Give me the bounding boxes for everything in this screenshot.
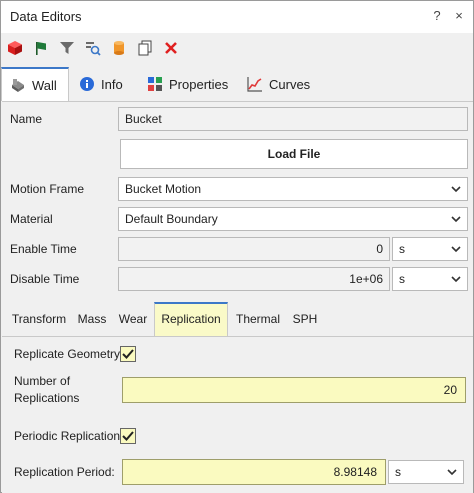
tab-mass[interactable]: Mass: [72, 302, 112, 336]
material-label: Material: [10, 212, 53, 226]
replication-period-unit: s: [395, 465, 401, 479]
tab-curves-label: Curves: [269, 76, 311, 92]
tab-curves[interactable]: Curves: [239, 67, 319, 101]
name-field[interactable]: Bucket: [118, 107, 468, 131]
tab-wall[interactable]: Wall: [1, 67, 69, 101]
tab-info-label: Info: [101, 76, 123, 92]
disable-time-unit: s: [399, 272, 405, 286]
sub-tabs: Transform Mass Wear Replication Thermal …: [6, 302, 326, 336]
chevron-down-icon: [451, 186, 461, 193]
tab-wall-label: Wall: [32, 77, 57, 93]
replicate-geometry-checkbox[interactable]: [120, 346, 136, 362]
replication-period-field[interactable]: 8.98148: [122, 459, 386, 485]
search-settings-icon[interactable]: [85, 40, 101, 56]
disable-time-label: Disable Time: [10, 272, 80, 286]
material-select[interactable]: Default Boundary: [118, 207, 468, 231]
tab-replication[interactable]: Replication: [154, 302, 228, 336]
chevron-down-icon: [451, 276, 461, 283]
title-bar: Data Editors ? ×: [1, 1, 473, 33]
help-button[interactable]: ?: [430, 9, 444, 23]
tab-properties[interactable]: Properties: [139, 67, 239, 101]
tab-sph[interactable]: SPH: [288, 302, 322, 336]
number-of-replications-field[interactable]: 20: [122, 377, 466, 403]
enable-time-label: Enable Time: [10, 242, 77, 256]
motion-frame-label: Motion Frame: [10, 182, 85, 196]
periodic-replication-checkbox[interactable]: [120, 428, 136, 444]
main-tabs: Wall Info Properties Curves: [1, 67, 321, 101]
replication-panel: Replicate Geometry Number of Replication…: [2, 336, 473, 493]
wall-icon: [12, 79, 24, 92]
window-title: Data Editors: [10, 9, 82, 24]
replication-period-label: Replication Period:: [14, 465, 115, 479]
info-icon: [80, 77, 94, 91]
replications-label: Replications: [14, 391, 80, 405]
enable-time-unit-select[interactable]: s: [392, 237, 468, 261]
periodic-replication-label: Periodic Replication: [14, 429, 121, 443]
chevron-down-icon: [451, 246, 461, 253]
disable-time-unit-select[interactable]: s: [392, 267, 468, 291]
cylinder-icon[interactable]: [111, 40, 127, 56]
chevron-down-icon: [447, 469, 457, 476]
chevron-down-icon: [451, 216, 461, 223]
load-file-button[interactable]: Load File: [120, 139, 468, 169]
tab-info[interactable]: Info: [71, 67, 141, 101]
motion-frame-select[interactable]: Bucket Motion: [118, 177, 468, 201]
delete-x-icon[interactable]: [163, 40, 179, 56]
data-editors-window: Data Editors ? × Wall Info Properties Cu…: [0, 0, 474, 493]
disable-time-field[interactable]: 1e+06: [118, 267, 390, 291]
replicate-geometry-label: Replicate Geometry: [14, 347, 121, 361]
filter-icon[interactable]: [59, 40, 75, 56]
close-button[interactable]: ×: [452, 9, 466, 23]
checkmark-icon: [122, 431, 134, 441]
enable-time-unit: s: [399, 242, 405, 256]
toolbar: [1, 33, 473, 63]
copy-icon[interactable]: [137, 40, 153, 56]
red-cube-icon[interactable]: [7, 40, 23, 56]
curves-icon: [247, 77, 262, 92]
tab-thermal[interactable]: Thermal: [228, 302, 288, 336]
checkmark-icon: [122, 349, 134, 359]
tab-transform[interactable]: Transform: [6, 302, 72, 336]
name-label: Name: [10, 112, 43, 126]
replication-period-unit-select[interactable]: s: [388, 460, 464, 484]
tab-wear[interactable]: Wear: [112, 302, 154, 336]
motion-frame-value: Bucket Motion: [125, 182, 202, 196]
tab-properties-label: Properties: [169, 76, 229, 92]
material-value: Default Boundary: [125, 212, 218, 226]
number-of-label: Number of: [14, 374, 71, 388]
enable-time-field[interactable]: 0: [118, 237, 390, 261]
properties-icon: [148, 77, 162, 91]
green-flag-icon[interactable]: [33, 40, 49, 56]
